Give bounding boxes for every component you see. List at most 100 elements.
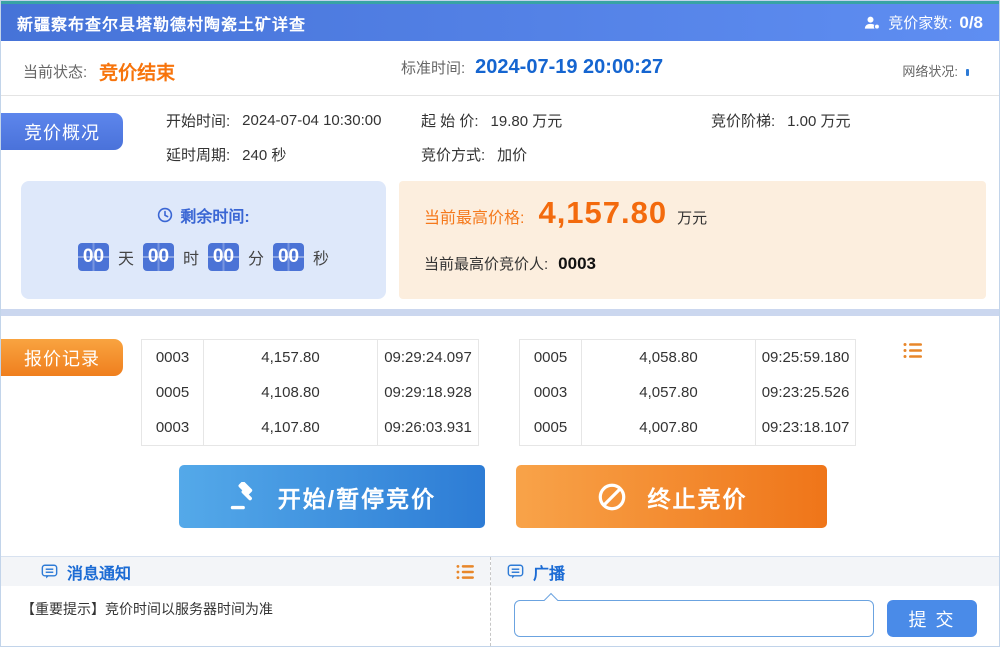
page-title: 新疆察布查尔县塔勒德村陶瓷土矿详查 — [17, 11, 306, 35]
field-label: 竞价方式: — [421, 144, 485, 165]
countdown-seconds: 00 — [273, 243, 304, 271]
network-status: 网络状况: — [902, 61, 969, 80]
field-label: 起 始 价: — [421, 110, 479, 131]
notice-title: 消息通知 — [67, 560, 131, 584]
field-value: 240 秒 — [242, 144, 286, 165]
hour-unit: 时 — [183, 245, 199, 269]
countdown-label: 剩余时间: — [180, 203, 249, 227]
countdown-panel: 剩余时间: 00 天 00 时 00 分 00 秒 — [21, 181, 386, 299]
bid-time: 09:23:18.107 — [756, 410, 855, 445]
title-bar: 新疆察布查尔县塔勒德村陶瓷土矿详查 竞价家数: 0/8 — [1, 4, 999, 41]
chat-bubble-icon — [41, 564, 58, 580]
broadcast-panel: 广播 提 交 — [491, 557, 999, 646]
users-icon — [863, 14, 881, 32]
bid-time: 09:29:18.928 — [378, 375, 478, 410]
time-value: 2024-07-19 20:00:27 — [475, 56, 663, 79]
broadcast-title: 广播 — [533, 560, 565, 584]
broadcast-header: 广播 — [491, 557, 999, 586]
terminate-button[interactable]: 终止竞价 — [516, 465, 827, 528]
second-unit: 秒 — [313, 245, 329, 269]
start-pause-button[interactable]: 开始/暂停竞价 — [179, 465, 485, 528]
bid-price: 4,108.80 — [204, 375, 378, 410]
bid-price: 4,007.80 — [582, 410, 756, 445]
state-label: 当前状态: — [23, 61, 87, 82]
bidder-code: 0003 — [142, 340, 204, 375]
field-label: 竞价阶梯: — [711, 110, 775, 131]
highest-price-value: 4,157.80 — [538, 195, 667, 231]
field-increment: 竞价阶梯: 1.00 万元 — [711, 110, 851, 131]
gavel-icon — [228, 482, 258, 512]
minute-unit: 分 — [248, 245, 264, 269]
day-unit: 天 — [118, 245, 134, 269]
countdown-minutes: 00 — [208, 243, 239, 271]
bid-row: 0003 4,107.80 09:26:03.931 — [142, 410, 478, 445]
bidder-code: 0005 — [520, 410, 582, 445]
countdown-days: 00 — [78, 243, 109, 271]
notice-header: 消息通知 — [1, 557, 490, 586]
bidder-code: 0005 — [142, 375, 204, 410]
field-value: 加价 — [497, 144, 527, 165]
bid-row: 0003 4,157.80 09:29:24.097 — [142, 340, 478, 375]
bidder-count-value: 0/8 — [959, 13, 983, 33]
section-divider — [1, 309, 999, 316]
field-delay-period: 延时周期: 240 秒 — [166, 144, 286, 165]
bid-row: 0005 4,058.80 09:25:59.180 — [520, 340, 855, 375]
bid-price: 4,157.80 — [204, 340, 378, 375]
overview-section: 竞价概况 开始时间: 2024-07-04 10:30:00 起 始 价: 19… — [1, 96, 999, 309]
notice-message: 【重要提示】竞价时间以服务器时间为准 — [1, 586, 490, 632]
bid-time: 09:29:24.097 — [378, 340, 478, 375]
bidder-code: 0003 — [520, 375, 582, 410]
countdown-hours: 00 — [143, 243, 174, 271]
broadcast-input[interactable] — [514, 600, 874, 637]
bidder-code: 0005 — [520, 340, 582, 375]
field-value: 2024-07-04 10:30:00 — [242, 112, 381, 129]
bid-price: 4,057.80 — [582, 375, 756, 410]
bidder-count-label: 竞价家数: — [888, 12, 952, 33]
auction-window: 新疆察布查尔县塔勒德村陶瓷土矿详查 竞价家数: 0/8 当前状态: 竞价结束 标… — [0, 0, 1000, 647]
network-label: 网络状况: — [902, 61, 958, 80]
overview-section-label: 竞价概况 — [1, 113, 123, 150]
status-bar: 当前状态: 竞价结束 标准时间: 2024-07-19 20:00:27 网络状… — [1, 41, 999, 96]
highest-bidder-label: 当前最高价竞价人: — [424, 253, 548, 274]
bid-price: 4,058.80 — [582, 340, 756, 375]
notice-list-icon[interactable] — [456, 564, 474, 580]
bid-price: 4,107.80 — [204, 410, 378, 445]
bid-table-right: 0005 4,058.80 09:25:59.180 0003 4,057.80… — [519, 339, 856, 446]
field-label: 延时周期: — [166, 144, 230, 165]
bid-table-left: 0003 4,157.80 09:29:24.097 0005 4,108.80… — [141, 339, 479, 446]
submit-button[interactable]: 提 交 — [887, 600, 977, 637]
field-value: 1.00 万元 — [787, 110, 850, 131]
countdown-digits: 00 天 00 时 00 分 00 秒 — [21, 243, 386, 271]
notice-panel: 消息通知 【重要提示】竞价时间以服务器时间为准 — [1, 557, 491, 646]
bid-time: 09:25:59.180 — [756, 340, 855, 375]
highest-price-row: 当前最高价格: 4,157.80 万元 — [424, 195, 707, 231]
bid-row: 0005 4,108.80 09:29:18.928 — [142, 375, 478, 410]
bottom-panels: 消息通知 【重要提示】竞价时间以服务器时间为准 — [1, 556, 999, 646]
bid-time: 09:26:03.931 — [378, 410, 478, 445]
bid-row: 0005 4,007.80 09:23:18.107 — [520, 410, 855, 445]
terminate-label: 终止竞价 — [648, 480, 748, 514]
countdown-title: 剩余时间: — [21, 203, 386, 227]
records-list-icon[interactable] — [903, 342, 922, 359]
bidder-count: 竞价家数: 0/8 — [863, 12, 983, 33]
price-unit: 万元 — [677, 207, 707, 228]
field-label: 开始时间: — [166, 110, 230, 131]
field-start-time: 开始时间: 2024-07-04 10:30:00 — [166, 110, 381, 131]
field-value: 19.80 万元 — [491, 110, 563, 131]
prohibit-icon — [596, 481, 628, 513]
server-time: 标准时间: 2024-07-19 20:00:27 — [401, 56, 663, 79]
bid-row: 0003 4,057.80 09:23:25.526 — [520, 375, 855, 410]
current-state: 当前状态: 竞价结束 — [23, 58, 175, 85]
time-label: 标准时间: — [401, 57, 465, 78]
highest-bidder-row: 当前最高价竞价人: 0003 — [424, 253, 596, 274]
records-section: 报价记录 0003 4,157.80 09:29:24.097 0005 4,1… — [1, 316, 999, 556]
chat-bubble-icon — [507, 564, 524, 580]
field-bid-mode: 竞价方式: 加价 — [421, 144, 527, 165]
state-value: 竞价结束 — [99, 58, 175, 85]
bid-time: 09:23:25.526 — [756, 375, 855, 410]
bidder-code: 0003 — [142, 410, 204, 445]
start-pause-label: 开始/暂停竞价 — [278, 480, 436, 514]
field-start-price: 起 始 价: 19.80 万元 — [421, 110, 562, 131]
highest-price-label: 当前最高价格: — [424, 204, 524, 228]
signal-icon — [966, 66, 969, 76]
